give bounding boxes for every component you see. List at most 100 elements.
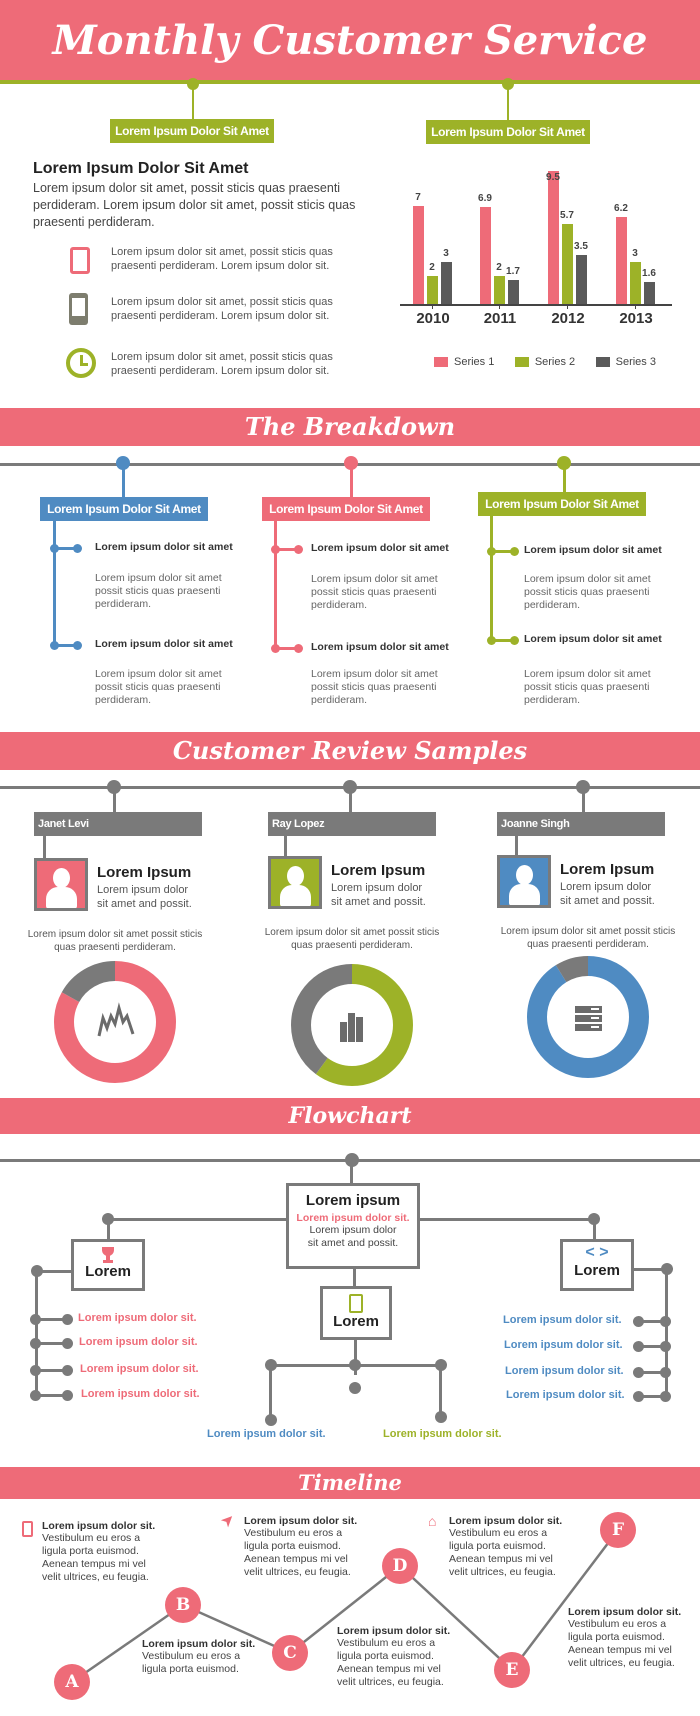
intro-heading: Lorem Ipsum Dolor Sit Amet: [33, 160, 249, 177]
connector-line: [350, 1160, 353, 1184]
section-title: Timeline: [298, 1470, 402, 1495]
connector-line: [515, 836, 518, 855]
tablet-icon: [22, 1521, 33, 1537]
flow-right-item: Lorem ipsum dolor sit.: [504, 1339, 623, 1351]
x-tick-label: 2012: [551, 310, 585, 327]
connector-dot: [435, 1411, 447, 1423]
timeline-note-heading: Lorem ipsum dolor sit.: [568, 1606, 682, 1618]
connector-dot: [294, 644, 303, 653]
connector-line: [563, 466, 566, 492]
feature-item: Lorem ipsum dolor sit amet, possit stici…: [66, 348, 366, 390]
breakdown-item-heading: Lorem ipsum dolor sit amet: [311, 542, 449, 554]
breakdown-item-text: Lorem ipsum dolor sit amet possit sticis…: [95, 572, 222, 610]
reviews-banner: Customer Review Samples: [0, 732, 700, 770]
reviewer-subtext: Lorem ipsum dolor sit amet and possit.: [560, 881, 655, 907]
legend-item: Series 1: [434, 356, 494, 368]
timeline-note-heading: Lorem ipsum dolor sit.: [142, 1638, 256, 1650]
x-tick-label: 2011: [483, 310, 517, 327]
bar-series-3: [576, 255, 587, 304]
bar-value-label: 6.9: [478, 193, 492, 205]
flow-center-highlight: Lorem ipsum dolor sit.: [296, 1212, 410, 1224]
legend-swatch: [514, 357, 529, 367]
bar-series-2: [427, 276, 438, 304]
review-description: Lorem ipsum dolor sit amet possit sticis…: [500, 926, 676, 950]
timeline-note-text: Vestibulum eu eros a ligula porta euismo…: [142, 1650, 241, 1675]
timeline-note-heading: Lorem ipsum dolor sit.: [42, 1520, 156, 1532]
legend-swatch: [595, 357, 610, 367]
bar-value-label: 6.2: [614, 203, 628, 215]
breakdown-banner: The Breakdown: [0, 408, 700, 446]
flow-right-item: Lorem ipsum dolor sit.: [503, 1314, 622, 1326]
x-tick-label: 2013: [619, 310, 653, 327]
intro-right-tag: Lorem Ipsum Dolor Sit Amet: [426, 120, 590, 144]
user-head: [516, 865, 533, 885]
reviewer-name-tag: Ray Lopez: [268, 812, 436, 836]
timeline-note: Lorem ipsum dolor sit. Vestibulum eu eros…: [142, 1638, 292, 1676]
breakdown-item-heading: Lorem ipsum dolor sit amet: [524, 544, 662, 556]
avatar: [497, 855, 551, 908]
connector-dot: [633, 1341, 644, 1352]
connector-line: [113, 790, 116, 812]
bar-series-3: [508, 280, 519, 304]
bar-series-1: [548, 171, 559, 304]
legend-item: Series 3: [595, 356, 656, 368]
flow-middle-box: Lorem: [320, 1286, 392, 1340]
section-title: Customer Review Samples: [172, 736, 528, 765]
connector-dot: [62, 1338, 73, 1349]
connector-line: [490, 516, 493, 644]
bar-series-1: [480, 207, 491, 304]
feature-item: Lorem ipsum dolor sit amet, possit stici…: [66, 245, 366, 285]
connector-dot: [265, 1414, 277, 1426]
connector-line: [420, 1218, 594, 1221]
connector-dot: [349, 1359, 361, 1371]
breakdown-item-heading: Lorem ipsum dolor sit amet: [95, 541, 233, 553]
chart-legend: Series 1 Series 2 Series 3: [434, 354, 694, 372]
tablet-icon: [70, 247, 90, 274]
flow-right-box: < > Lorem: [560, 1239, 634, 1291]
reviewer-heading: Lorem Ipsum: [331, 862, 426, 879]
connector-line: [284, 836, 287, 856]
bar-value-label: 3: [632, 248, 638, 259]
breakdown-item-text: Lorem ipsum dolor sit amet possit sticis…: [95, 668, 222, 706]
reviewer-subtext: Lorem ipsum dolor sit amet and possit.: [97, 884, 192, 910]
section-title: The Breakdown: [244, 412, 456, 441]
connector-dot: [73, 641, 82, 650]
breakdown-item-text: Lorem ipsum dolor sit amet possit sticis…: [524, 573, 651, 611]
timeline-note-text: Vestibulum eu eros a ligula porta euismo…: [568, 1618, 675, 1669]
timeline-note: Lorem ipsum dolor sit. Vestibulum eu eros…: [337, 1625, 487, 1689]
timeline-note-heading: Lorem ipsum dolor sit.: [449, 1515, 563, 1527]
donut-chart: [54, 961, 176, 1083]
connector-line: [107, 1220, 110, 1240]
bar-value-label: 9.5: [546, 172, 560, 183]
intro-left-tag: Lorem Ipsum Dolor Sit Amet: [110, 119, 274, 143]
connector-dot: [633, 1316, 644, 1327]
flow-right-item: Lorem ipsum dolor sit.: [506, 1389, 625, 1401]
flowchart-banner: Flowchart: [0, 1098, 700, 1134]
timeline-note-heading: Lorem ipsum dolor sit.: [337, 1625, 451, 1637]
review-description: Lorem ipsum dolor sit amet possit sticis…: [264, 927, 440, 951]
bar-series-1: [413, 206, 424, 304]
timeline-note-text: Vestibulum eu eros a ligula porta euismo…: [42, 1532, 149, 1583]
user-body: [280, 885, 311, 906]
header-underline: [0, 80, 700, 84]
feature-text: Lorem ipsum dolor sit amet, possit stici…: [111, 351, 333, 377]
x-tick-label: 2010: [416, 310, 450, 327]
flow-middle-item: Lorem ipsum dolor sit.: [207, 1428, 326, 1440]
timeline-note-heading: Lorem ipsum dolor sit.: [244, 1515, 358, 1527]
section-title: Flowchart: [288, 1103, 412, 1129]
connector-dot: [62, 1365, 73, 1376]
donut-chart: [291, 964, 413, 1086]
breakdown-item-heading: Lorem ipsum dolor sit amet: [524, 633, 662, 645]
feature-text: Lorem ipsum dolor sit amet, possit stici…: [111, 246, 333, 272]
timeline-banner: Timeline: [0, 1467, 700, 1499]
timeline-note-text: Vestibulum eu eros a ligula porta euismo…: [337, 1637, 444, 1688]
timeline-note: ➤ Lorem ipsum dolor sit. Vestibulum eu ero…: [218, 1510, 394, 1579]
user-head: [287, 866, 304, 886]
flow-box-label: Lorem: [333, 1313, 379, 1330]
connector-dot: [294, 545, 303, 554]
breakdown-item-heading: Lorem ipsum dolor sit amet: [95, 638, 233, 650]
trophy-icon: [100, 1247, 116, 1263]
bar-chart: 7 2 3 2010 6.9 2 1.7 2011 9.5 5.7 3.5 2012 6.2 3 1.6 20…: [395, 160, 695, 370]
breakdown-tag: Lorem Ipsum Dolor Sit Amet: [262, 497, 430, 521]
timeline-note: Lorem ipsum dolor sit. Vestibulum eu eros…: [22, 1520, 192, 1584]
